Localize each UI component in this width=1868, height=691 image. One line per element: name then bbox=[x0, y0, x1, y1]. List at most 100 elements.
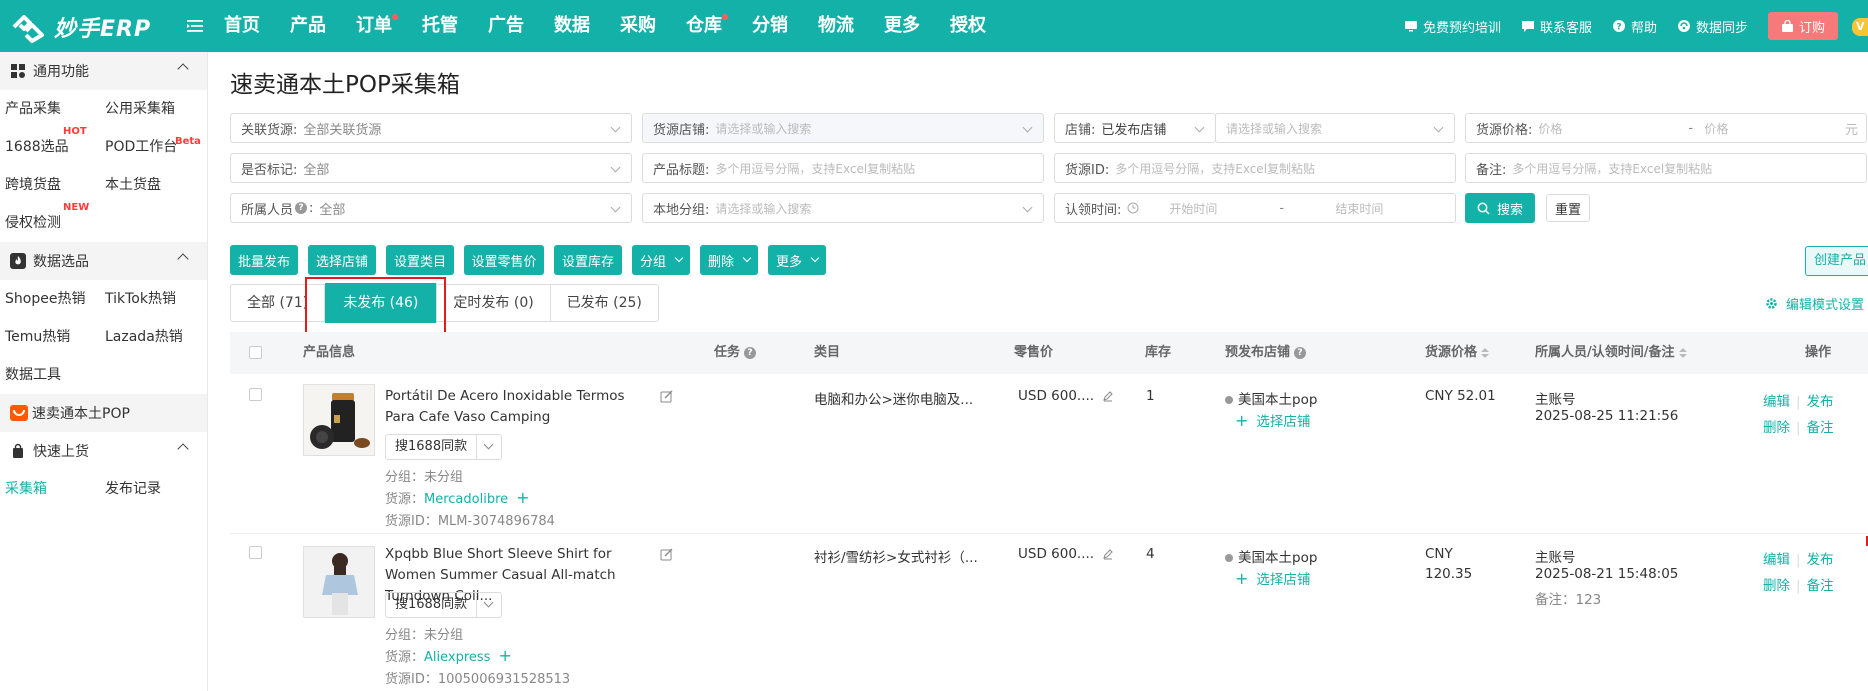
tab-published[interactable]: 已发布 (25) bbox=[551, 285, 658, 321]
owner-select[interactable]: 所属人员 ? : 全部 bbox=[230, 193, 632, 223]
pencil-icon[interactable] bbox=[1102, 548, 1114, 560]
sidebar-item-local[interactable]: 本土货盘 bbox=[105, 166, 205, 204]
nav-logistics[interactable]: 物流 bbox=[818, 0, 854, 52]
pencil-icon[interactable] bbox=[1102, 390, 1114, 402]
service-link[interactable]: 联系客服 bbox=[1521, 17, 1592, 36]
add-icon[interactable]: + bbox=[498, 646, 511, 665]
chevron-down-icon[interactable] bbox=[477, 593, 501, 617]
store-search-select[interactable]: 请选择或输入搜索 bbox=[1215, 113, 1455, 143]
nav-data[interactable]: 数据 bbox=[554, 0, 590, 52]
column-source-price[interactable]: 货源价格 bbox=[1425, 332, 1490, 374]
search-1688-label[interactable]: 搜1688同款 bbox=[386, 435, 478, 459]
edit-mode-settings-link[interactable]: 编辑模式设置 bbox=[1765, 294, 1864, 313]
group-dropdown-button[interactable]: 分组 bbox=[632, 245, 690, 275]
delete-link[interactable]: 删除 bbox=[1763, 578, 1790, 594]
publish-link[interactable]: 发布 bbox=[1807, 394, 1834, 410]
app-logo[interactable]: 妙手ERP bbox=[10, 9, 151, 45]
row-checkbox[interactable] bbox=[249, 388, 262, 401]
sidebar-item-shopee[interactable]: Shopee热销 bbox=[5, 280, 105, 318]
start-time-input[interactable]: 开始时间 bbox=[1169, 200, 1279, 217]
help-link[interactable]: ? 帮助 bbox=[1612, 17, 1657, 36]
marked-select[interactable]: 是否标记: 全部 bbox=[230, 153, 632, 183]
linked-source-select[interactable]: 关联货源: 全部关联货源 bbox=[230, 113, 632, 143]
search-1688-dropdown[interactable]: 搜1688同款 bbox=[385, 434, 503, 460]
nav-orders[interactable]: 订单 bbox=[356, 0, 398, 52]
tab-unpublished[interactable]: 未发布 (46) bbox=[325, 283, 438, 323]
sort-icon[interactable] bbox=[1678, 348, 1687, 358]
create-product-button[interactable]: 创建产品 bbox=[1805, 246, 1868, 276]
product-title-link[interactable]: Portátil De Acero Inoxidable Termos Para… bbox=[385, 386, 655, 428]
search-1688-dropdown[interactable]: 搜1688同款 bbox=[385, 592, 503, 618]
training-link[interactable]: 免费预约培训 bbox=[1404, 17, 1501, 36]
source-link[interactable]: Aliexpress bbox=[424, 650, 490, 665]
sidebar-item-lazada[interactable]: Lazada热销 bbox=[105, 318, 205, 356]
product-title-input[interactable]: 产品标题: 多个用逗号分隔，支持Excel复制粘贴 bbox=[642, 153, 1044, 183]
edit-icon[interactable] bbox=[660, 548, 673, 561]
sort-icon[interactable] bbox=[1481, 348, 1490, 358]
sidebar-section-data[interactable]: 数据选品 bbox=[0, 242, 207, 280]
edit-link[interactable]: 编辑 bbox=[1763, 552, 1790, 568]
search-1688-label[interactable]: 搜1688同款 bbox=[386, 593, 478, 617]
source-store-select[interactable]: 货源店铺: 请选择或输入搜索 bbox=[642, 113, 1044, 143]
nav-hosting[interactable]: 托管 bbox=[422, 0, 458, 52]
price-max-input[interactable]: 价格 bbox=[1704, 120, 1844, 137]
nav-products[interactable]: 产品 bbox=[290, 0, 326, 52]
sidebar-item-publish-records[interactable]: 发布记录 bbox=[105, 470, 205, 508]
sidebar-item-tiktok[interactable]: TikTok热销 bbox=[105, 280, 205, 318]
publish-link[interactable]: 发布 bbox=[1807, 552, 1834, 568]
price-min-input[interactable]: 价格 bbox=[1538, 120, 1688, 137]
remark-link[interactable]: 备注 bbox=[1807, 578, 1834, 594]
vip-badge[interactable]: V bbox=[1852, 18, 1868, 36]
set-price-button[interactable]: 设置零售价 bbox=[464, 245, 544, 275]
help-icon[interactable]: ? bbox=[744, 347, 757, 359]
batch-publish-button[interactable]: 批量发布 bbox=[230, 245, 298, 275]
end-time-input[interactable]: 结束时间 bbox=[1335, 200, 1383, 217]
store-type-select[interactable]: 店铺: 已发布店铺 bbox=[1054, 113, 1216, 143]
select-store-button[interactable]: 选择店铺 bbox=[308, 245, 376, 275]
search-button[interactable]: 搜索 bbox=[1465, 193, 1535, 223]
sidebar-item-temu[interactable]: Temu热销 bbox=[5, 318, 105, 356]
row-checkbox[interactable] bbox=[249, 546, 262, 559]
sidebar-item-1688[interactable]: 1688选品 HOT bbox=[5, 126, 105, 166]
more-dropdown-button[interactable]: 更多 bbox=[768, 245, 826, 275]
sidebar-section-general[interactable]: 通用功能 bbox=[0, 52, 207, 90]
remark-link[interactable]: 备注 bbox=[1807, 420, 1834, 436]
tab-scheduled[interactable]: 定时发布 (0) bbox=[437, 285, 551, 321]
product-thumbnail[interactable] bbox=[303, 546, 375, 618]
select-all-checkbox[interactable] bbox=[249, 346, 262, 359]
edit-link[interactable]: 编辑 bbox=[1763, 394, 1790, 410]
sidebar-item-public-box[interactable]: 公用采集箱 bbox=[105, 90, 205, 128]
source-id-input[interactable]: 货源ID: 多个用逗号分隔，支持Excel复制粘贴 bbox=[1054, 153, 1456, 183]
order-button[interactable]: 订购 bbox=[1768, 12, 1838, 40]
sidebar-item-infringement[interactable]: 侵权检测 NEW bbox=[5, 202, 105, 242]
select-store-link[interactable]: + 选择店铺 bbox=[1235, 568, 1310, 588]
menu-toggle-icon[interactable] bbox=[186, 17, 204, 35]
nav-purchase[interactable]: 采购 bbox=[620, 0, 656, 52]
product-thumbnail[interactable] bbox=[303, 384, 375, 456]
sidebar-item-product-collect[interactable]: 产品采集 bbox=[5, 90, 105, 128]
tab-all[interactable]: 全部 (71) bbox=[231, 285, 326, 321]
chevron-up-icon[interactable] bbox=[177, 253, 189, 265]
delete-link[interactable]: 删除 bbox=[1763, 420, 1790, 436]
nav-more[interactable]: 更多 bbox=[884, 0, 920, 52]
source-link[interactable]: Mercadolibre bbox=[424, 492, 508, 507]
set-category-button[interactable]: 设置类目 bbox=[386, 245, 454, 275]
chevron-up-icon[interactable] bbox=[177, 443, 189, 455]
sidebar-item-pod[interactable]: POD工作台 Beta bbox=[105, 128, 205, 166]
delete-dropdown-button[interactable]: 删除 bbox=[700, 245, 758, 275]
select-store-link[interactable]: + 选择店铺 bbox=[1235, 410, 1310, 430]
remark-input[interactable]: 备注: 多个用逗号分隔，支持Excel复制粘贴 bbox=[1465, 153, 1867, 183]
chevron-up-icon[interactable] bbox=[177, 63, 189, 75]
sidebar-item-crossborder[interactable]: 跨境货盘 bbox=[5, 166, 105, 204]
local-group-select[interactable]: 本地分组: 请选择或输入搜索 bbox=[642, 193, 1044, 223]
sidebar-item-collect-box[interactable]: 采集箱 bbox=[5, 470, 105, 508]
add-icon[interactable]: + bbox=[516, 488, 529, 507]
help-icon[interactable]: ? bbox=[1294, 347, 1307, 359]
edit-icon[interactable] bbox=[660, 390, 673, 403]
claim-time-range[interactable]: 认领时间: 开始时间 - 结束时间 bbox=[1054, 193, 1456, 223]
help-icon[interactable]: ? bbox=[295, 202, 308, 214]
reset-button[interactable]: 重置 bbox=[1546, 194, 1590, 222]
nav-home[interactable]: 首页 bbox=[224, 0, 260, 52]
sidebar-item-aliexpress-pop[interactable]: 速卖通本土POP bbox=[0, 394, 207, 432]
set-stock-button[interactable]: 设置库存 bbox=[554, 245, 622, 275]
